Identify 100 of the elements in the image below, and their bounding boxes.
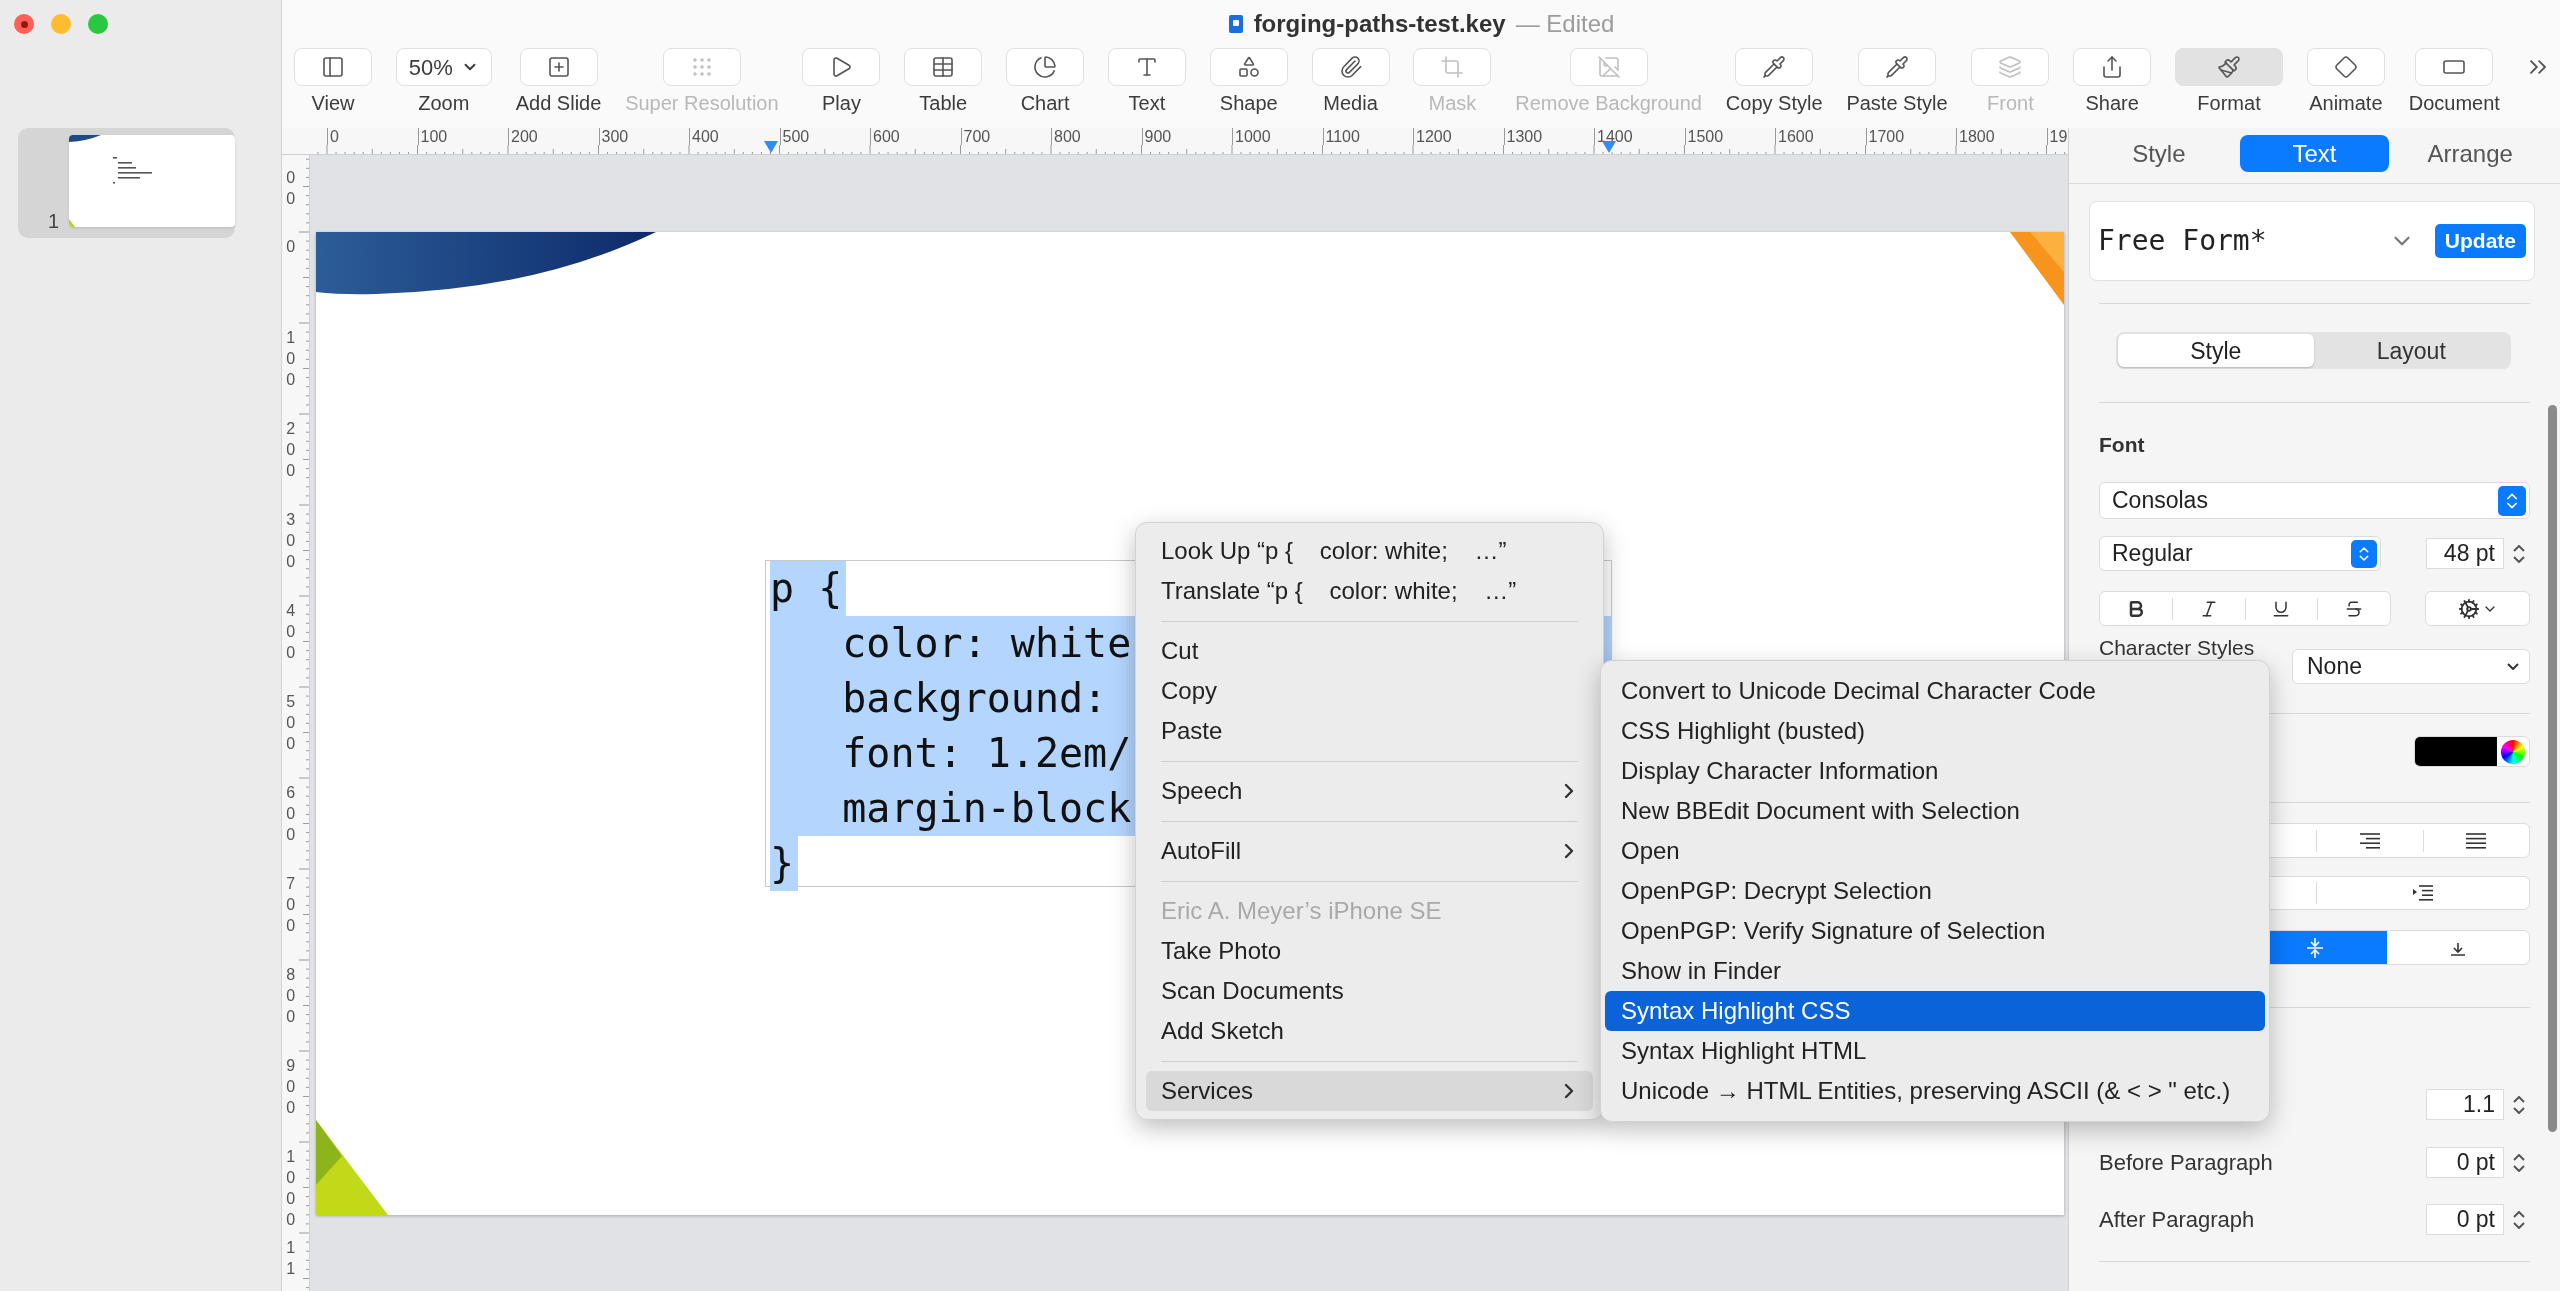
field-label: Character Styles xyxy=(2099,637,2255,659)
menu-item[interactable]: Convert to Unicode Decimal Character Code xyxy=(1605,671,2265,711)
window-title: forging-paths-test.key xyxy=(1253,9,1506,39)
chevron-up-icon[interactable] xyxy=(2513,1153,2525,1161)
number-field[interactable]: 0 pt xyxy=(2426,1204,2504,1235)
color-well[interactable] xyxy=(2414,736,2530,767)
gear-icon xyxy=(2457,597,2480,620)
font-family-select[interactable]: Consolas xyxy=(2099,482,2530,519)
mode-tab[interactable]: Layout xyxy=(2313,334,2509,367)
menu-item[interactable]: Take Photo xyxy=(1146,931,1593,971)
menu-item[interactable]: OpenPGP: Verify Signature of Selection xyxy=(1605,911,2265,951)
close-button[interactable] xyxy=(14,14,34,34)
toolbar-button[interactable]: Document xyxy=(2408,48,2500,114)
chevron-up-icon[interactable] xyxy=(2513,544,2525,552)
menu-item[interactable]: Unicode → HTML Entities, preserving ASCII (& < > " etc.) xyxy=(1605,1071,2265,1111)
menu-item[interactable]: Syntax Highlight HTML xyxy=(1605,1031,2265,1071)
mode-tab[interactable]: Style xyxy=(2118,334,2314,367)
menu-item[interactable]: Cut xyxy=(1146,631,1593,671)
menu-item[interactable]: Syntax Highlight CSS xyxy=(1605,991,2265,1031)
menu-item[interactable]: OpenPGP: Decrypt Selection xyxy=(1605,871,2265,911)
update-button[interactable]: Update xyxy=(2434,224,2526,258)
field-label: After Paragraph xyxy=(2099,1206,2255,1234)
menu-item[interactable]: New BBEdit Document with Selection xyxy=(1605,791,2265,831)
ruler-label: 100 xyxy=(285,328,296,390)
number-field[interactable]: 0 pt xyxy=(2426,1147,2504,1178)
ruler-label: 600 xyxy=(285,783,296,845)
code-line: font: 1.2em/ xyxy=(841,730,1132,776)
menu-item[interactable]: Speech xyxy=(1146,771,1593,811)
menu-item[interactable]: Scan Documents xyxy=(1146,971,1593,1011)
ruler-label: 800 xyxy=(1054,128,1081,145)
code-line: p { xyxy=(770,565,843,611)
slide-thumbnail-card[interactable]: 1 xyxy=(18,128,235,238)
ruler-label: 1600 xyxy=(1778,128,1814,145)
image-icon xyxy=(1596,55,1621,79)
diamond-icon xyxy=(2333,55,2358,79)
eyedropper-icon xyxy=(1762,55,1787,79)
menu-item[interactable]: Look Up “p { color: white; …” xyxy=(1146,531,1593,571)
slide-number: 1 xyxy=(48,210,60,232)
inspector-tab[interactable]: Arrange xyxy=(2395,135,2545,172)
ruler-label: 300 xyxy=(601,128,629,145)
typeface-select[interactable]: Regular xyxy=(2099,536,2381,571)
ruler-label: 900 xyxy=(1144,128,1172,145)
menu-item[interactable]: AutoFill xyxy=(1146,831,1593,871)
chevron-down-icon[interactable] xyxy=(2513,1164,2525,1172)
menu-item[interactable]: Open xyxy=(1605,831,2265,871)
align-right-icon xyxy=(2358,831,2381,850)
chevron-down-icon[interactable] xyxy=(2513,1106,2525,1114)
inspector-tab[interactable]: Text xyxy=(2239,135,2390,172)
edited-status: — Edited xyxy=(1515,9,1615,39)
crop-icon xyxy=(1440,55,1465,79)
ruler-label: 19 xyxy=(2049,128,2068,145)
menu-item[interactable]: Display Character Information xyxy=(1605,751,2265,791)
ruler-label: 200 xyxy=(285,419,296,481)
ruler-label: 0 xyxy=(330,128,339,145)
plus-icon xyxy=(546,55,571,79)
ruler-label: 100 xyxy=(420,128,448,145)
inspector-tab[interactable]: Style xyxy=(2084,135,2234,172)
ruler-label: 1500 xyxy=(1687,128,1724,145)
ruler-label: 400 xyxy=(285,601,296,663)
number-field[interactable]: 1.1 xyxy=(2426,1089,2504,1120)
ruler-label: 300 xyxy=(285,510,296,572)
chevron-up-icon[interactable] xyxy=(2513,1210,2525,1218)
ruler-label: 1400 xyxy=(1597,128,1633,145)
ruler-label: 0 xyxy=(285,237,296,257)
ruler-label: 00 xyxy=(285,168,296,209)
align-justify-icon xyxy=(2465,831,2488,850)
shapes-icon xyxy=(1236,55,1261,79)
toolbar-button[interactable]: Paste Style xyxy=(1846,48,1948,114)
menu-item[interactable]: Add Sketch xyxy=(1146,1011,1593,1051)
menu-item[interactable]: Show in Finder xyxy=(1605,951,2265,991)
ruler-label: 1800 xyxy=(1959,128,1995,145)
pie-chart-icon xyxy=(1033,55,1058,79)
code-line: } xyxy=(770,840,795,886)
paragraph-style-name[interactable]: Free Form* xyxy=(2098,220,2389,262)
character-style-select[interactable]: None xyxy=(2292,649,2530,684)
menu-item[interactable]: Paste xyxy=(1146,711,1593,751)
ruler-label: 1700 xyxy=(1868,128,1905,145)
menu-item: Eric A. Meyer’s iPhone SE xyxy=(1160,896,1443,926)
indent-icon xyxy=(2412,884,2434,902)
chevron-up-icon[interactable] xyxy=(2513,1095,2525,1103)
text-options-button[interactable] xyxy=(2425,591,2530,626)
toolbar-button[interactable]: Copy Style xyxy=(1725,48,1823,114)
sidebar-icon xyxy=(321,55,345,79)
ruler-label: 700 xyxy=(963,128,991,145)
menu-item[interactable]: Services xyxy=(1146,1071,1593,1111)
menu-item[interactable]: Translate “p { color: white; …” xyxy=(1146,571,1593,611)
number-field[interactable]: 48 pt xyxy=(2426,538,2504,569)
ruler-label: 1000 xyxy=(1235,128,1271,145)
section-heading: Font xyxy=(2099,433,2146,457)
ruler-label: 1200 xyxy=(1416,128,1452,145)
scrollbar-thumb[interactable] xyxy=(2548,405,2557,1132)
menu-item[interactable]: Copy xyxy=(1146,671,1593,711)
menu-item[interactable]: CSS Highlight (busted) xyxy=(1605,711,2265,751)
ruler-label: 600 xyxy=(873,128,900,145)
ruler-label: 1000 xyxy=(285,1147,296,1230)
ruler-label: 400 xyxy=(692,128,719,145)
ruler-label: 500 xyxy=(285,692,296,754)
chevron-down-icon[interactable] xyxy=(2513,1221,2525,1229)
ruler-label: 700 xyxy=(285,874,296,936)
chevron-down-icon[interactable] xyxy=(2513,555,2525,563)
